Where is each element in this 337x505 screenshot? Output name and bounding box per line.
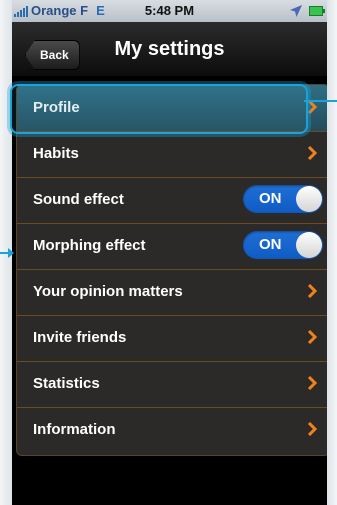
sound-effect-toggle[interactable]: ON <box>243 185 323 213</box>
callout-arrow <box>0 248 14 258</box>
navigation-bar: Back My settings <box>12 22 327 76</box>
toggle-knob <box>296 232 322 258</box>
device-frame: Orange F E 5:48 PM Back My settings Prof… <box>0 0 337 505</box>
settings-item-label: Sound effect <box>33 191 124 208</box>
settings-item-morphing-effect: Morphing effect ON <box>17 223 327 270</box>
page-title: My settings <box>114 38 225 60</box>
selection-highlight <box>10 84 308 134</box>
settings-item-invite-friends[interactable]: Invite friends <box>17 315 327 362</box>
location-arrow-icon <box>290 5 302 17</box>
status-right <box>289 4 325 18</box>
callout-connector <box>304 100 337 102</box>
right-bezel <box>327 0 337 505</box>
settings-item-your-opinion-matters[interactable]: Your opinion matters <box>17 269 327 316</box>
settings-item-information[interactable]: Information <box>17 407 327 453</box>
toggle-knob <box>296 186 322 212</box>
settings-item-label: Habits <box>33 145 79 162</box>
chevron-right-icon <box>307 146 317 160</box>
settings-item-sound-effect: Sound effect ON <box>17 177 327 224</box>
settings-item-label: Morphing effect <box>33 237 146 254</box>
settings-item-statistics[interactable]: Statistics <box>17 361 327 408</box>
phone-screen: Orange F E 5:48 PM Back My settings Prof… <box>12 0 327 505</box>
morphing-effect-toggle[interactable]: ON <box>243 231 323 259</box>
chevron-right-icon <box>307 284 317 298</box>
settings-item-label: Statistics <box>33 375 100 392</box>
chevron-right-icon <box>307 100 317 114</box>
settings-item-habits[interactable]: Habits <box>17 131 327 178</box>
toggle-on-label: ON <box>259 190 282 207</box>
toggle-on-label: ON <box>259 236 282 253</box>
settings-item-label: Information <box>33 421 116 438</box>
settings-item-label: Your opinion matters <box>33 283 183 300</box>
status-bar: Orange F E 5:48 PM <box>12 0 327 22</box>
settings-list: Profile Habits Sound effect ON Morphing … <box>16 84 327 456</box>
settings-item-label: Invite friends <box>33 329 127 346</box>
status-time: 5:48 PM <box>144 3 195 18</box>
chevron-right-icon <box>307 376 317 390</box>
chevron-right-icon <box>307 330 317 344</box>
chevron-right-icon <box>307 422 317 436</box>
battery-icon <box>309 6 325 16</box>
